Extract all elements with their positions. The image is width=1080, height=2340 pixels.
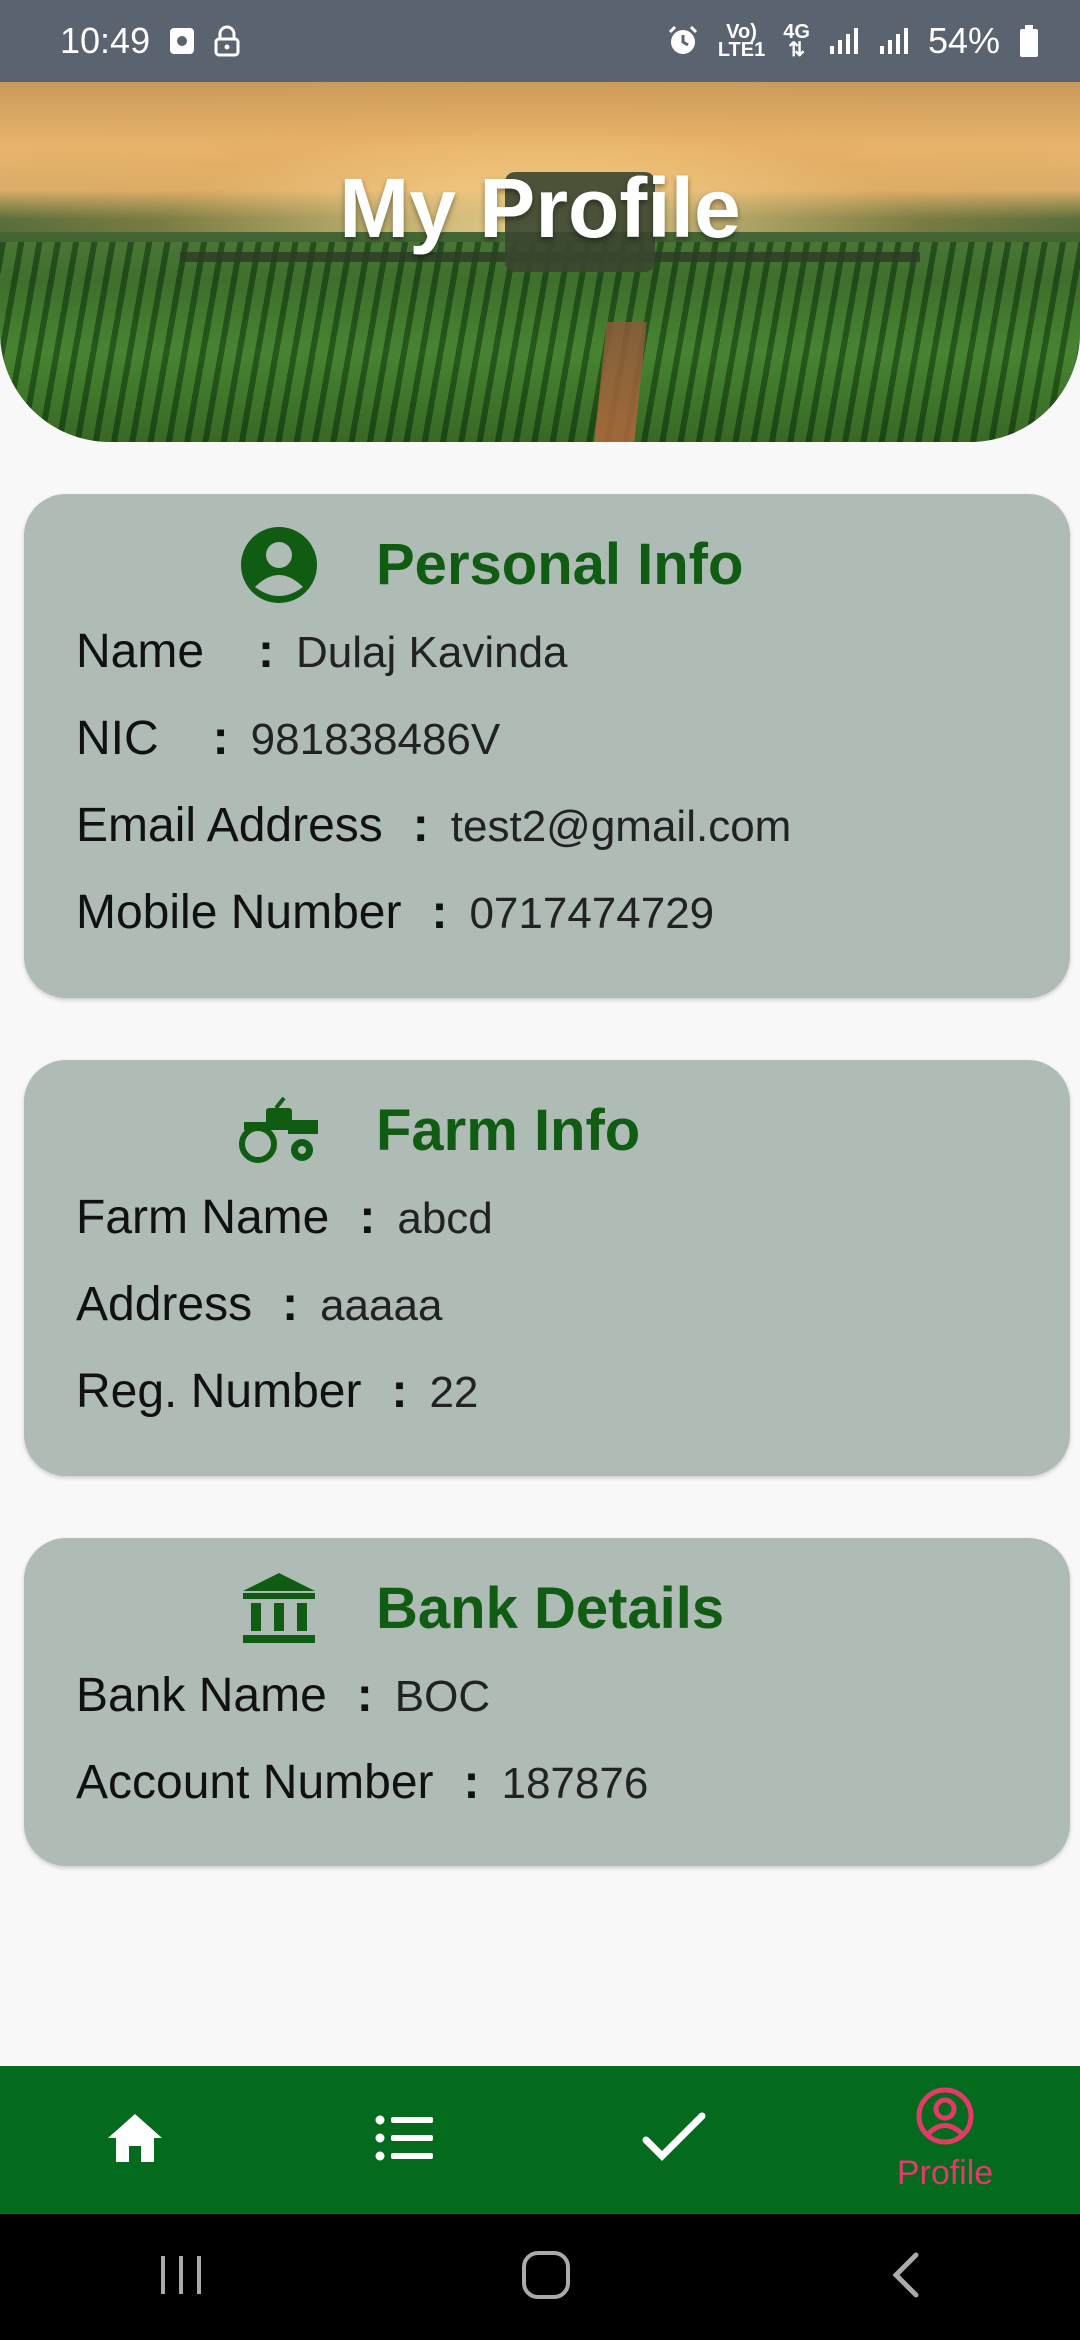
network-type-text: 4G xyxy=(783,21,810,43)
row-value: 22 xyxy=(429,1368,479,1417)
network-type: 4G ⇅ xyxy=(783,21,810,61)
row-colon: : xyxy=(412,799,429,852)
back-icon[interactable] xyxy=(888,2251,922,2304)
info-row-account-number: Account Number : 187876 xyxy=(76,1755,1018,1842)
info-row-mobile: Mobile Number : 0717474729 xyxy=(76,885,1018,972)
volte-indicator: Vo) LTE1 xyxy=(717,22,766,61)
farm-info-card: Farm Info Farm Name : abcd Address : aaa… xyxy=(24,1060,1070,1476)
bank-details-card: Bank Details Bank Name : BOC Account Num… xyxy=(24,1538,1070,1866)
volte-bottom-text: LTE1 xyxy=(717,39,766,61)
account-circle-icon xyxy=(236,522,322,608)
row-value: 187876 xyxy=(501,1759,649,1808)
row-colon: : xyxy=(258,625,275,678)
row-value: Dulaj Kavinda xyxy=(296,628,568,677)
bottom-nav: Profile xyxy=(0,2066,1080,2214)
tractor-icon xyxy=(236,1088,322,1174)
row-label: Farm Name xyxy=(76,1191,330,1244)
bank-icon xyxy=(236,1566,322,1652)
row-value: test2@gmail.com xyxy=(450,802,792,851)
lock-icon xyxy=(214,25,240,57)
row-value: 0717474729 xyxy=(469,889,715,938)
home-icon xyxy=(106,2112,164,2169)
page-title: My Profile xyxy=(339,161,741,255)
row-value: abcd xyxy=(397,1194,493,1243)
row-label: Bank Name xyxy=(76,1669,327,1722)
row-colon: : xyxy=(212,712,229,765)
row-value: BOC xyxy=(394,1672,491,1721)
row-label: Reg. Number xyxy=(76,1365,362,1418)
nav-list[interactable] xyxy=(270,2066,540,2214)
farm-info-title: Farm Info xyxy=(376,1098,641,1163)
info-row-reg-number: Reg. Number : 22 xyxy=(76,1364,1018,1451)
list-icon xyxy=(375,2114,435,2167)
row-label: Email Address xyxy=(76,799,383,852)
info-row-email: Email Address : test2@gmail.com xyxy=(76,798,1018,885)
row-colon: : xyxy=(463,1756,480,1809)
status-bar: 10:49 Vo) LTE1 4G ⇅ 54% xyxy=(0,0,1080,82)
profile-icon xyxy=(916,2087,974,2150)
row-label: Address xyxy=(76,1278,253,1331)
row-label: Name xyxy=(76,625,205,678)
signal-icon xyxy=(828,26,860,56)
home-button-icon[interactable] xyxy=(520,2249,572,2306)
header-crop-rows xyxy=(0,242,1080,442)
row-label: Mobile Number xyxy=(76,886,402,939)
recent-apps-icon[interactable] xyxy=(158,2254,204,2301)
row-colon: : xyxy=(391,1365,408,1418)
info-row-nic: NIC : 981838486V xyxy=(76,711,1018,798)
row-value: 981838486V xyxy=(250,715,501,764)
nav-tasks[interactable] xyxy=(540,2066,810,2214)
nav-home[interactable] xyxy=(0,2066,270,2214)
bank-details-title: Bank Details xyxy=(376,1576,725,1641)
personal-info-title: Personal Info xyxy=(376,532,744,597)
row-colon: : xyxy=(359,1191,376,1244)
check-icon xyxy=(642,2112,708,2169)
header-banner: My Profile xyxy=(0,82,1080,442)
row-colon: : xyxy=(431,886,448,939)
info-row-address: Address : aaaaa xyxy=(76,1277,1018,1364)
alarm-icon xyxy=(666,24,700,58)
screenshot-icon xyxy=(168,26,196,56)
info-row-farm-name: Farm Name : abcd xyxy=(76,1190,1018,1277)
row-colon: : xyxy=(282,1278,299,1331)
battery-icon xyxy=(1018,24,1040,58)
personal-info-card: Personal Info Name : Dulaj Kavinda NIC :… xyxy=(24,494,1070,998)
system-nav-bar xyxy=(0,2214,1080,2340)
row-value: aaaaa xyxy=(320,1281,443,1330)
battery-percent: 54% xyxy=(927,20,1000,61)
row-label: NIC xyxy=(76,712,159,765)
nav-profile-label: Profile xyxy=(896,2154,994,2192)
row-label: Account Number xyxy=(76,1756,434,1809)
info-row-name: Name : Dulaj Kavinda xyxy=(76,624,1018,711)
status-time: 10:49 xyxy=(60,20,151,61)
signal-icon-2 xyxy=(878,26,910,56)
info-row-bank-name: Bank Name : BOC xyxy=(76,1668,1018,1755)
nav-profile[interactable]: Profile xyxy=(810,2066,1080,2214)
row-colon: : xyxy=(356,1669,373,1722)
